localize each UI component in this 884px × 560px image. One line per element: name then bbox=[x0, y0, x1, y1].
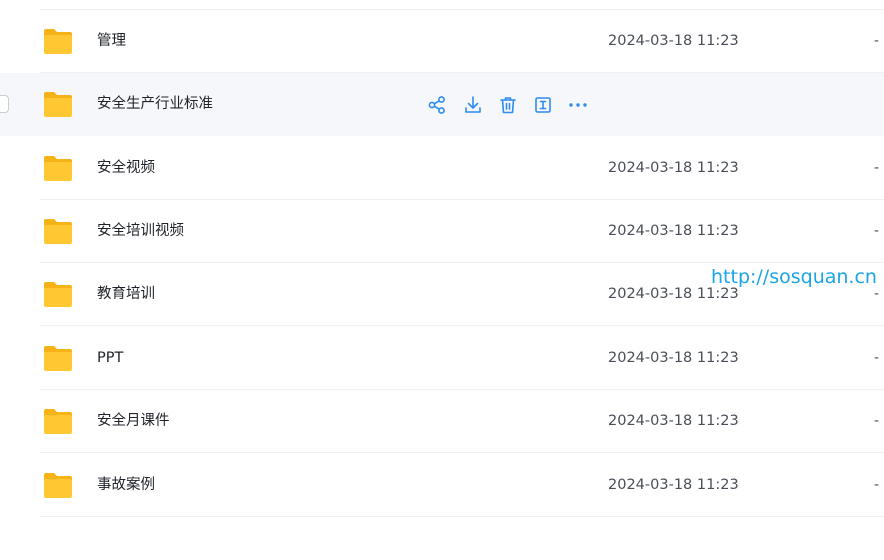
file-size: - bbox=[874, 350, 880, 366]
row-divider bbox=[40, 325, 884, 326]
file-row-guanli[interactable]: 管理 2024-03-18 11:23 - bbox=[0, 10, 884, 73]
folder-icon bbox=[44, 409, 72, 434]
folder-icon bbox=[44, 92, 72, 117]
rename-icon bbox=[535, 97, 551, 113]
file-date: 2024-03-18 11:23 bbox=[608, 33, 739, 49]
file-row-anquanshengchan[interactable]: 安全生产行业标准 bbox=[0, 73, 884, 136]
folder-icon bbox=[44, 346, 72, 371]
row-divider bbox=[40, 452, 884, 453]
file-row-anquanpeixunshipin[interactable]: 安全培训视频 2024-03-18 11:23 - bbox=[0, 200, 884, 263]
file-date: 2024-03-18 11:23 bbox=[608, 413, 739, 429]
file-name[interactable]: 安全视频 bbox=[97, 137, 155, 200]
share-icon bbox=[428, 96, 445, 114]
file-name[interactable]: 安全生产行业标准 bbox=[97, 73, 213, 136]
file-name[interactable]: 事故案例 bbox=[97, 454, 155, 517]
file-size: - bbox=[874, 33, 880, 49]
file-name[interactable]: 安全月课件 bbox=[97, 390, 170, 453]
folder-icon bbox=[44, 156, 72, 181]
delete-button[interactable] bbox=[497, 94, 519, 116]
file-date: 2024-03-18 11:23 bbox=[608, 477, 739, 493]
folder-icon bbox=[44, 29, 72, 54]
file-name[interactable]: 教育培训 bbox=[97, 263, 155, 326]
file-size: - bbox=[874, 160, 880, 176]
download-icon bbox=[465, 96, 481, 113]
file-row-shiguanli[interactable]: 事故案例 2024-03-18 11:23 - bbox=[0, 454, 884, 517]
file-name[interactable]: PPT bbox=[97, 327, 123, 390]
row-divider bbox=[40, 516, 884, 517]
row-checkbox[interactable] bbox=[0, 95, 9, 113]
file-name[interactable]: 管理 bbox=[97, 10, 126, 73]
file-size: - bbox=[874, 223, 880, 239]
file-date: 2024-03-18 11:23 bbox=[608, 223, 739, 239]
file-row-ppt[interactable]: PPT 2024-03-18 11:23 - bbox=[0, 327, 884, 390]
more-button[interactable] bbox=[567, 94, 589, 116]
more-icon bbox=[569, 103, 587, 107]
folder-icon bbox=[44, 282, 72, 307]
folder-icon bbox=[44, 219, 72, 244]
download-button[interactable] bbox=[462, 94, 484, 116]
file-date: 2024-03-18 11:23 bbox=[608, 350, 739, 366]
share-button[interactable] bbox=[426, 94, 448, 116]
delete-icon bbox=[500, 97, 516, 114]
file-name[interactable]: 安全培训视频 bbox=[97, 200, 184, 263]
file-row-anquanyuekejian[interactable]: 安全月课件 2024-03-18 11:23 - bbox=[0, 390, 884, 453]
watermark-text: http://sosquan.cn bbox=[711, 266, 877, 288]
file-list: 管理 2024-03-18 11:23 - 安全生产行业标准 安全视频 2024… bbox=[0, 0, 884, 560]
folder-icon bbox=[44, 473, 72, 498]
file-row-anquanshipin[interactable]: 安全视频 2024-03-18 11:23 - bbox=[0, 137, 884, 200]
file-date: 2024-03-18 11:23 bbox=[608, 160, 739, 176]
rename-button[interactable] bbox=[532, 94, 554, 116]
file-size: - bbox=[874, 413, 880, 429]
file-size: - bbox=[874, 477, 880, 493]
